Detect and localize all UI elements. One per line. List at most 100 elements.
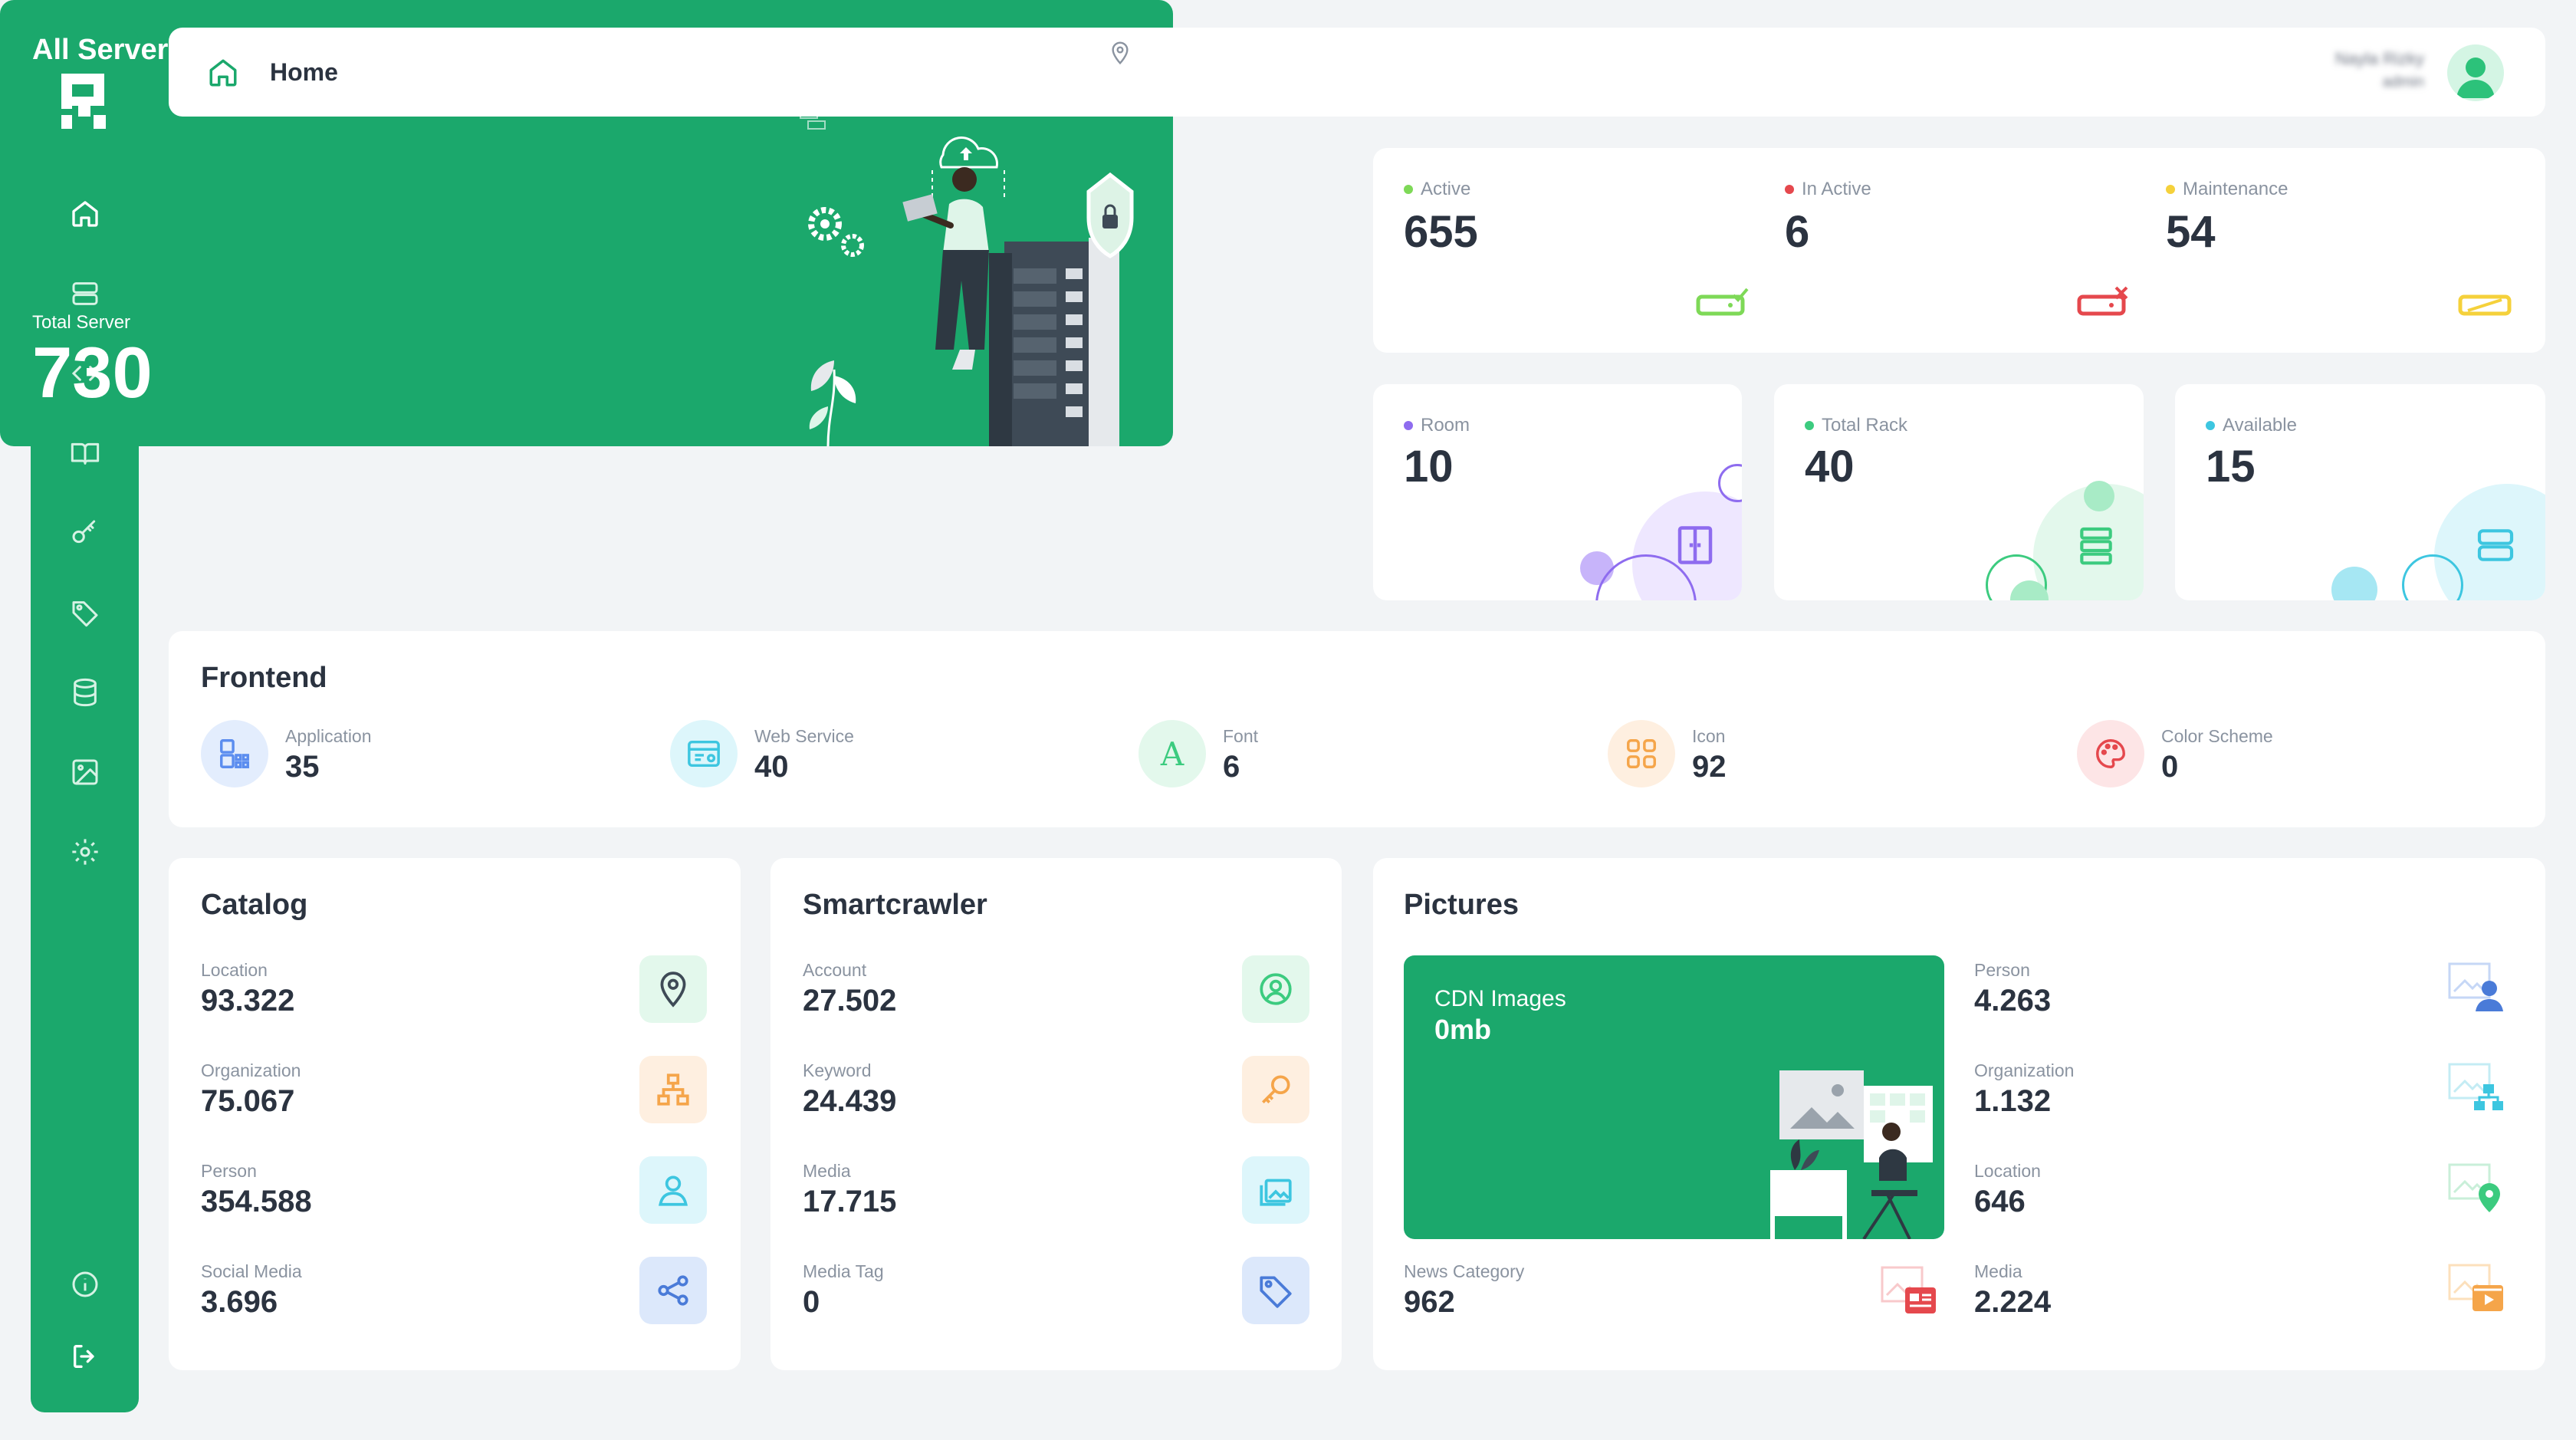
account-value: 27.502 bbox=[803, 984, 897, 1018]
maintenance-label: Maintenance bbox=[2183, 179, 2288, 199]
palette-icon[interactable] bbox=[2077, 720, 2144, 787]
router-active-icon bbox=[1696, 288, 1749, 316]
pictures-media[interactable]: Media 2.224 bbox=[1974, 1261, 2051, 1320]
keyword-key-icon[interactable] bbox=[1242, 1056, 1309, 1123]
smartcrawler-keyword[interactable]: Keyword 24.439 bbox=[803, 1060, 896, 1119]
news-category-value: 962 bbox=[1404, 1285, 1455, 1319]
account-icon[interactable] bbox=[1242, 955, 1309, 1023]
available-dot bbox=[2206, 421, 2215, 430]
user-name: Nayla Rizky bbox=[2334, 49, 2424, 68]
total-server-label: Total Server bbox=[32, 312, 131, 333]
available-label: Available bbox=[2223, 415, 2297, 436]
news-category-stat[interactable]: News Category 962 bbox=[1404, 1261, 1524, 1320]
rack-dot bbox=[1805, 421, 1814, 430]
rack-label: Total Rack bbox=[1822, 415, 1908, 436]
catalog-social-media-label: Social Media bbox=[201, 1261, 302, 1281]
account-label: Account bbox=[803, 960, 867, 980]
catalog-organization[interactable]: Organization 75.067 bbox=[201, 1060, 301, 1119]
pictures-media-label: Media bbox=[1974, 1261, 2022, 1281]
catalog-person-value: 354.588 bbox=[201, 1185, 312, 1218]
catalog-location[interactable]: Location 93.322 bbox=[201, 960, 294, 1018]
catalog-location-value: 93.322 bbox=[201, 984, 295, 1018]
pictures-person[interactable]: Person 4.263 bbox=[1974, 960, 2051, 1018]
frontend-title: Frontend bbox=[201, 662, 327, 694]
router-inactive-icon bbox=[2077, 286, 2128, 316]
location-icon[interactable] bbox=[639, 955, 707, 1023]
info-icon[interactable] bbox=[69, 1268, 101, 1300]
pictures-organization[interactable]: Organization 1.132 bbox=[1974, 1060, 2074, 1119]
maintenance-stat[interactable]: Maintenance 54 bbox=[2166, 179, 2288, 258]
media-gallery-icon[interactable] bbox=[1242, 1156, 1309, 1224]
book-icon[interactable] bbox=[69, 437, 101, 469]
pictures-person-label: Person bbox=[1974, 960, 2030, 980]
catalog-social-media[interactable]: Social Media 3.696 bbox=[201, 1261, 302, 1320]
room-label: Room bbox=[1421, 415, 1470, 436]
rack-decor-dot bbox=[2084, 481, 2114, 511]
web-service-stat[interactable]: Web Service 40 bbox=[754, 726, 854, 784]
cdn-illustration bbox=[1770, 1070, 1933, 1239]
key-icon[interactable] bbox=[69, 517, 101, 549]
rack-value: 40 bbox=[1805, 442, 1855, 492]
font-icon[interactable]: A bbox=[1138, 720, 1206, 787]
available-value: 15 bbox=[2206, 442, 2256, 492]
sidebar bbox=[31, 28, 139, 1412]
icon-grid-icon[interactable] bbox=[1608, 720, 1675, 787]
smartcrawler-media[interactable]: Media 17.715 bbox=[803, 1161, 896, 1219]
location-button[interactable] bbox=[1098, 31, 1142, 75]
pictures-organization-value: 1.132 bbox=[1974, 1084, 2052, 1118]
room-card[interactable]: Room 10 bbox=[1373, 384, 1742, 600]
catalog-person-label: Person bbox=[201, 1161, 257, 1181]
total-rack-card[interactable]: Total Rack 40 bbox=[1774, 384, 2144, 600]
image-icon[interactable] bbox=[69, 756, 101, 788]
home-icon[interactable] bbox=[207, 57, 239, 89]
database-icon[interactable] bbox=[69, 676, 101, 708]
home-icon[interactable] bbox=[69, 198, 101, 230]
web-service-icon[interactable] bbox=[670, 720, 738, 787]
active-value: 655 bbox=[1404, 207, 1478, 257]
media-tag-icon[interactable] bbox=[1242, 1257, 1309, 1324]
avatar[interactable] bbox=[2447, 44, 2504, 101]
person-icon[interactable] bbox=[639, 1156, 707, 1224]
tag-icon[interactable] bbox=[69, 597, 101, 629]
pictures-location[interactable]: Location 646 bbox=[1974, 1161, 2041, 1219]
icon-stat[interactable]: Icon 92 bbox=[1692, 726, 1727, 784]
application-icon[interactable] bbox=[201, 720, 268, 787]
server-available-icon bbox=[2477, 529, 2514, 561]
server-illustration bbox=[800, 110, 1134, 446]
settings-icon[interactable] bbox=[69, 836, 101, 868]
smartcrawler-media-tag[interactable]: Media Tag 0 bbox=[803, 1261, 884, 1320]
font-stat[interactable]: Font 6 bbox=[1223, 726, 1258, 784]
organization-picture-icon bbox=[2448, 1063, 2503, 1110]
available-card[interactable]: Available 15 bbox=[2175, 384, 2545, 600]
share-icon[interactable] bbox=[639, 1257, 707, 1324]
font-label: Font bbox=[1223, 726, 1259, 746]
smartcrawler-account[interactable]: Account 27.502 bbox=[803, 960, 896, 1018]
available-decor-dot bbox=[2331, 567, 2377, 600]
cdn-images-label: CDN Images bbox=[1434, 986, 1566, 1011]
logout-icon[interactable] bbox=[69, 1340, 101, 1373]
keyword-label: Keyword bbox=[803, 1060, 872, 1080]
server-status-card: Active 655 In Active 6 Maintenance 54 bbox=[1373, 148, 2545, 353]
media-picture-icon bbox=[2448, 1264, 2503, 1311]
application-stat[interactable]: Application 35 bbox=[285, 726, 372, 784]
pictures-person-value: 4.263 bbox=[1974, 984, 2052, 1018]
icon-label: Icon bbox=[1692, 726, 1726, 746]
web-service-label: Web Service bbox=[754, 726, 854, 746]
cdn-images-card[interactable]: CDN Images 0mb bbox=[1404, 955, 1944, 1239]
active-dot bbox=[1404, 185, 1413, 194]
inactive-stat[interactable]: In Active 6 bbox=[1785, 179, 1871, 258]
server-icon[interactable] bbox=[69, 278, 101, 310]
cdn-images-value: 0mb bbox=[1434, 1014, 1492, 1045]
media-tag-label: Media Tag bbox=[803, 1261, 884, 1281]
catalog-person[interactable]: Person 354.588 bbox=[201, 1161, 312, 1219]
active-stat[interactable]: Active 655 bbox=[1404, 179, 1478, 258]
app-logo[interactable] bbox=[60, 72, 109, 130]
pictures-media-value: 2.224 bbox=[1974, 1285, 2052, 1319]
color-scheme-stat[interactable]: Color Scheme 0 bbox=[2161, 726, 2273, 784]
organization-icon[interactable] bbox=[639, 1056, 707, 1123]
media-tag-value: 0 bbox=[803, 1285, 820, 1319]
catalog-card: Catalog Location 93.322 Organization 75.… bbox=[169, 858, 741, 1370]
user-role: admin bbox=[2382, 74, 2424, 90]
room-dot bbox=[1404, 421, 1413, 430]
inactive-label: In Active bbox=[1802, 179, 1871, 199]
